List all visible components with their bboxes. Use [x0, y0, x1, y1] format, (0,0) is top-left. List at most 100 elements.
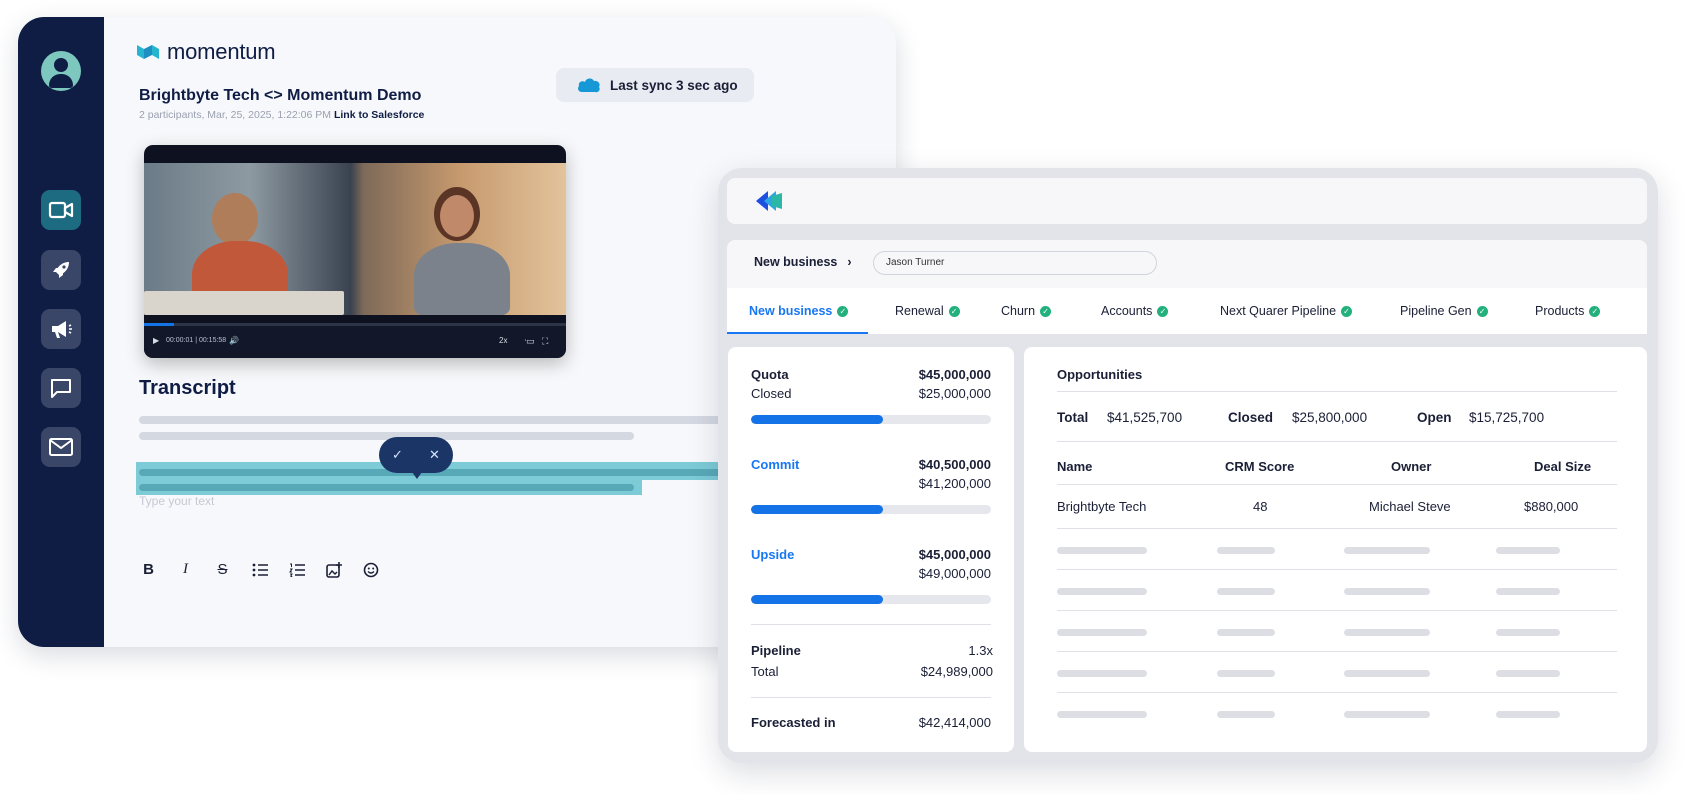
close-icon[interactable]: ✕ — [429, 447, 440, 463]
tab-accounts[interactable]: Accounts ✓ — [1101, 288, 1169, 334]
opp-total-value: $41,525,700 — [1107, 410, 1183, 425]
breadcrumb-item[interactable]: New business — [754, 255, 837, 269]
divider — [1057, 391, 1617, 392]
segment-tabs: New business ✓ Renewal ✓ Churn ✓ Accounts ✓ … — [727, 288, 1647, 334]
check-icon: ✓ — [1157, 305, 1169, 317]
skeleton-cell — [1344, 547, 1430, 554]
quota-progress-bar — [751, 415, 991, 424]
meeting-title: Brightbyte Tech <> Momentum Demo — [139, 87, 422, 104]
bullet-list-icon[interactable] — [250, 560, 269, 579]
skeleton-cell — [1057, 547, 1147, 554]
upside-value: $45,000,000 — [918, 547, 991, 562]
check-icon: ✓ — [1476, 305, 1488, 317]
opp-open-value: $15,725,700 — [1469, 410, 1545, 425]
brand-logo: momentum — [136, 39, 276, 65]
video-icon[interactable] — [41, 190, 81, 230]
commit-sub-value: $41,200,000 — [918, 476, 991, 491]
skeleton-cell — [1057, 711, 1147, 718]
divider — [1057, 651, 1617, 652]
sync-status-text: Last sync 3 sec ago — [610, 77, 738, 93]
check-icon: ✓ — [1040, 305, 1052, 317]
brand-name: momentum — [167, 39, 276, 64]
sync-status-badge: Last sync 3 sec ago — [556, 68, 754, 102]
divider — [751, 697, 991, 698]
upside-sub-value: $49,000,000 — [918, 566, 991, 581]
tab-pipeline-gen[interactable]: Pipeline Gen ✓ — [1400, 288, 1488, 334]
fullscreen-icon[interactable]: ⛶ — [542, 336, 548, 347]
volume-icon[interactable]: 🔊 — [229, 336, 239, 345]
table-cell-name[interactable]: Brightbyte Tech — [1057, 499, 1146, 514]
chat-icon[interactable] — [41, 368, 81, 408]
column-header-name[interactable]: Name — [1057, 459, 1092, 474]
column-header-owner[interactable]: Owner — [1391, 459, 1431, 474]
closed-value: $25,000,000 — [918, 386, 991, 401]
megaphone-icon[interactable] — [41, 309, 81, 349]
pipeline-label: Pipeline — [751, 643, 801, 658]
insert-image-icon[interactable] — [324, 560, 343, 579]
video-controls: ▶ 00:00:01 | 00:15:58 🔊 2x ⋅ ▭ ⛶ — [144, 323, 566, 358]
divider — [1057, 528, 1617, 529]
upside-label[interactable]: Upside — [751, 547, 794, 562]
skeleton-cell — [1057, 629, 1147, 636]
skeleton-cell — [1496, 629, 1560, 636]
tab-next-quarter-pipeline[interactable]: Next Quarer Pipeline ✓ — [1220, 288, 1353, 334]
skeleton-cell — [1057, 670, 1147, 677]
video-progress-bar[interactable] — [144, 323, 566, 326]
table-cell-deal: $880,000 — [1524, 499, 1579, 514]
opp-total-label: Total — [1057, 410, 1089, 425]
tab-churn[interactable]: Churn ✓ — [1001, 288, 1052, 334]
meeting-meta: 2 participants, Mar, 25, 2025, 1:22:06 P… — [139, 109, 424, 121]
opportunities-title: Opportunities — [1057, 367, 1143, 382]
owner-filter-input[interactable]: Jason Turner — [873, 251, 1157, 275]
forecast-summary: Quota $45,000,000 Closed $25,000,000 Com… — [728, 347, 1014, 752]
column-header-deal-size[interactable]: Deal Size — [1534, 459, 1591, 474]
commit-progress-bar — [751, 505, 991, 514]
commit-value: $40,500,000 — [918, 457, 991, 472]
user-avatar[interactable] — [41, 51, 81, 91]
pipeline-total-label: Total — [751, 664, 779, 679]
mail-icon[interactable] — [41, 427, 81, 467]
confirm-icon[interactable]: ✓ — [392, 447, 403, 463]
divider — [1057, 569, 1617, 570]
captions-icon[interactable]: ▭ — [526, 336, 535, 347]
video-player[interactable]: ▶ 00:00:01 | 00:15:58 🔊 2x ⋅ ▭ ⛶ — [144, 145, 566, 358]
transcript-heading: Transcript — [139, 377, 236, 399]
tab-renewal[interactable]: Renewal ✓ — [895, 288, 960, 334]
commit-label[interactable]: Commit — [751, 457, 799, 472]
tab-products[interactable]: Products ✓ — [1535, 288, 1601, 334]
salesforce-cloud-icon — [578, 78, 600, 93]
meeting-meta-text: 2 participants, Mar, 25, 2025, 1:22:06 P… — [139, 109, 332, 121]
opp-closed-label: Closed — [1228, 410, 1274, 425]
skeleton-cell — [1217, 670, 1275, 677]
numbered-list-icon[interactable] — [287, 560, 306, 579]
salesforce-link[interactable]: Link to Salesforce — [334, 109, 424, 121]
strikethrough-icon[interactable]: S — [213, 560, 232, 579]
skeleton-cell — [1496, 547, 1560, 554]
pipeline-total-value: $24,989,000 — [920, 664, 993, 679]
check-icon: ✓ — [837, 305, 849, 317]
check-icon: ✓ — [1341, 305, 1353, 317]
momentum-logo-icon — [137, 45, 159, 59]
opportunities-panel: Opportunities Total $41,525,700 Closed $… — [1024, 347, 1647, 752]
rocket-icon[interactable] — [41, 250, 81, 290]
opp-closed-value: $25,800,000 — [1292, 410, 1368, 425]
sidebar-rail — [18, 17, 104, 647]
play-icon[interactable]: ▶ — [153, 336, 159, 345]
transcript-input[interactable]: Type your text — [139, 494, 214, 508]
breadcrumb: New business › — [754, 255, 852, 269]
forecasted-label: Forecasted in — [751, 715, 836, 730]
skeleton-cell — [1496, 588, 1560, 595]
divider — [1057, 610, 1617, 611]
column-header-crm-score[interactable]: CRM Score — [1225, 459, 1294, 474]
closed-label: Closed — [751, 386, 792, 401]
tab-new-business[interactable]: New business ✓ — [749, 288, 849, 334]
bold-icon[interactable]: B — [139, 560, 158, 579]
divider — [1057, 441, 1617, 442]
playback-speed[interactable]: 2x — [499, 336, 507, 345]
italic-icon[interactable]: I — [176, 560, 195, 579]
text-format-toolbar: B I S — [139, 560, 380, 579]
upside-progress-bar — [751, 595, 991, 604]
emoji-icon[interactable] — [361, 560, 380, 579]
opp-open-label: Open — [1417, 410, 1452, 425]
check-icon: ✓ — [1589, 305, 1601, 317]
